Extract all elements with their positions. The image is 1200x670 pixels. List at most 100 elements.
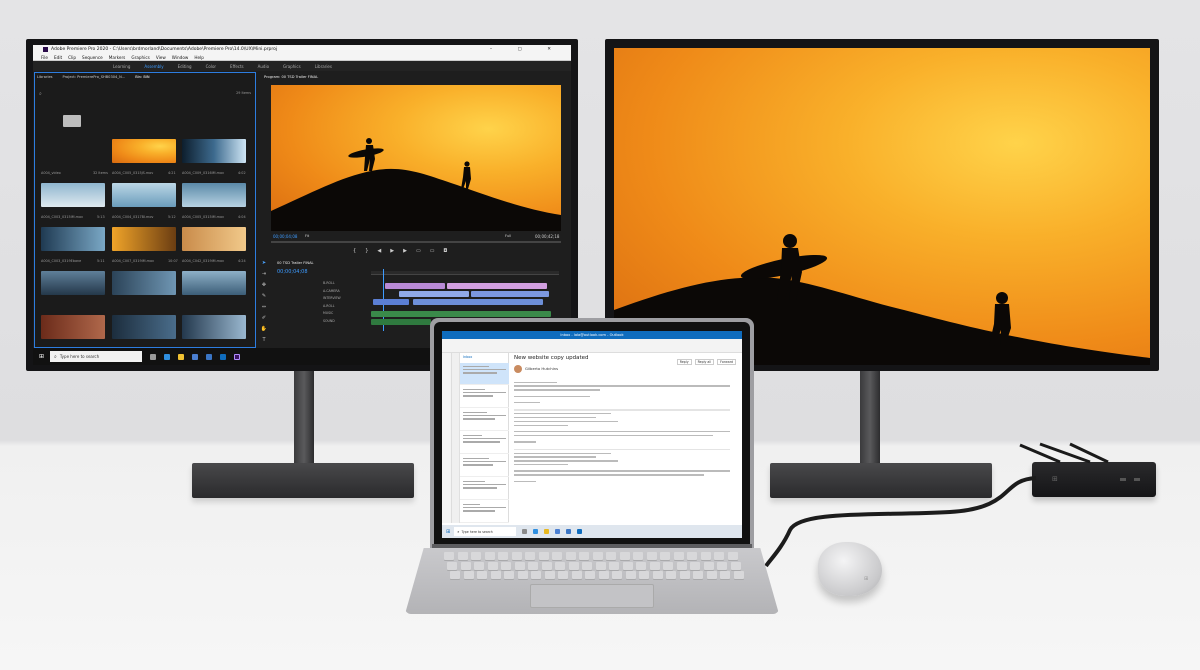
- reading-pane: New website copy updated Gilberto Hutchi…: [514, 355, 738, 521]
- keyboard-key[interactable]: [565, 552, 576, 560]
- keyboard-key[interactable]: [538, 552, 549, 560]
- keyboard-key[interactable]: [730, 561, 741, 570]
- edge-icon[interactable]: [533, 529, 539, 534]
- keyboard-key[interactable]: [484, 552, 495, 560]
- message-item[interactable]: [460, 455, 509, 477]
- keyboard-key[interactable]: [447, 561, 457, 570]
- keyboard-key[interactable]: [663, 561, 673, 570]
- keyboard-key[interactable]: [636, 561, 646, 570]
- keyboard-key[interactable]: [652, 571, 663, 579]
- keyboard-key[interactable]: [720, 571, 730, 579]
- message-item[interactable]: [460, 409, 509, 431]
- keyboard-key[interactable]: [649, 561, 660, 570]
- keyboard-key[interactable]: [525, 552, 535, 560]
- laptop-search-placeholder: Type here to search: [461, 529, 493, 534]
- keyboard-key[interactable]: [633, 552, 643, 560]
- keyboard-key[interactable]: [625, 571, 636, 579]
- keyboard-key[interactable]: [474, 561, 484, 570]
- keyboard-key[interactable]: [511, 552, 522, 560]
- outlook-folder-pane: [452, 353, 460, 523]
- keyboard-key[interactable]: [501, 561, 511, 570]
- keyboard-key[interactable]: [592, 552, 603, 560]
- keyboard-key[interactable]: [703, 561, 714, 570]
- keyboard-key[interactable]: [727, 552, 738, 560]
- keyboard-key[interactable]: [498, 552, 508, 560]
- trackpad[interactable]: [530, 584, 654, 608]
- keyboard-key[interactable]: [582, 561, 592, 570]
- keyboard-key[interactable]: [612, 571, 622, 579]
- store-icon[interactable]: [555, 529, 561, 534]
- keyboard-key[interactable]: [504, 571, 514, 579]
- keyboard-key[interactable]: [514, 561, 525, 570]
- folder-label: Inbox: [463, 355, 473, 359]
- keyboard-key[interactable]: [609, 561, 619, 570]
- keyboard-key[interactable]: [706, 571, 717, 579]
- keyboard-key[interactable]: [693, 571, 703, 579]
- message-title: New website copy updated: [514, 355, 589, 361]
- laptop-taskbar: ⊞ ⌕ Type here to search: [442, 525, 742, 538]
- search-icon: ⌕: [457, 529, 460, 534]
- keyboard-key[interactable]: [690, 561, 700, 570]
- keyboard-key[interactable]: [460, 561, 471, 570]
- keyboard-key[interactable]: [571, 571, 582, 579]
- reply-all-button[interactable]: Reply all: [694, 359, 715, 365]
- keyboard-key[interactable]: [639, 571, 649, 579]
- laptop-hinge: [432, 544, 752, 548]
- message-item[interactable]: [460, 386, 509, 408]
- message-item[interactable]: [460, 478, 509, 500]
- keyboard-key[interactable]: [568, 561, 579, 570]
- keyboard-key[interactable]: [717, 561, 727, 570]
- keyboard-key[interactable]: [714, 552, 724, 560]
- keyboard-key[interactable]: [660, 552, 670, 560]
- keyboard-key[interactable]: [558, 571, 568, 579]
- sender-name: Gilberto Hutchins: [525, 366, 559, 371]
- mouse-logo-icon: ⊞: [864, 576, 869, 582]
- keyboard-key[interactable]: [606, 552, 616, 560]
- mail-icon[interactable]: [566, 529, 572, 534]
- file-explorer-icon[interactable]: [544, 529, 550, 534]
- keyboard-key[interactable]: [457, 552, 468, 560]
- keyboard-key[interactable]: [622, 561, 633, 570]
- keyboard-key[interactable]: [676, 561, 687, 570]
- keyboard-key[interactable]: [585, 571, 595, 579]
- laptop-taskbar-search[interactable]: ⌕ Type here to search: [454, 527, 517, 536]
- keyboard-key[interactable]: [450, 571, 460, 579]
- start-icon[interactable]: ⊞: [446, 529, 450, 535]
- task-view-icon[interactable]: [522, 529, 528, 534]
- message-item[interactable]: [460, 363, 509, 385]
- reply-button[interactable]: Reply: [676, 359, 692, 365]
- message-body: [514, 379, 730, 482]
- keyboard-key[interactable]: [687, 552, 697, 560]
- keyboard-key[interactable]: [477, 571, 487, 579]
- keyboard-key[interactable]: [490, 571, 501, 579]
- keyboard-key[interactable]: [579, 552, 589, 560]
- keyboard-key[interactable]: [552, 552, 562, 560]
- keyboard-key[interactable]: [544, 571, 555, 579]
- message-list: Inbox: [460, 353, 509, 523]
- keyboard-key[interactable]: [733, 571, 744, 579]
- message-item[interactable]: [460, 501, 509, 523]
- keyboard-key[interactable]: [555, 561, 565, 570]
- keyboard-key[interactable]: [531, 571, 541, 579]
- keyboard-key[interactable]: [666, 571, 676, 579]
- keyboard-key[interactable]: [471, 552, 481, 560]
- keyboard-key[interactable]: [444, 552, 454, 560]
- keyboard-key[interactable]: [598, 571, 609, 579]
- keyboard-key[interactable]: [679, 571, 690, 579]
- keyboard-key[interactable]: [595, 561, 606, 570]
- keyboard-key[interactable]: [528, 561, 538, 570]
- keyboard-key[interactable]: [517, 571, 528, 579]
- keyboard-key[interactable]: [646, 552, 657, 560]
- message-actions: Reply Reply all Forward: [676, 359, 736, 365]
- message-item[interactable]: [460, 432, 509, 454]
- outlook-icon[interactable]: [577, 529, 583, 534]
- forward-button[interactable]: Forward: [717, 359, 736, 365]
- keyboard-key[interactable]: [463, 571, 474, 579]
- keyboard-key[interactable]: [673, 552, 684, 560]
- keyboard-key[interactable]: [487, 561, 498, 570]
- keyboard-key[interactable]: [700, 552, 711, 560]
- keyboard-key[interactable]: [619, 552, 630, 560]
- outlook-window: Inbox - lala@outlook.com - Outlook Inbox…: [442, 331, 742, 538]
- keyboard-key[interactable]: [541, 561, 552, 570]
- outlook-window-title: Inbox - lala@outlook.com - Outlook: [560, 333, 624, 337]
